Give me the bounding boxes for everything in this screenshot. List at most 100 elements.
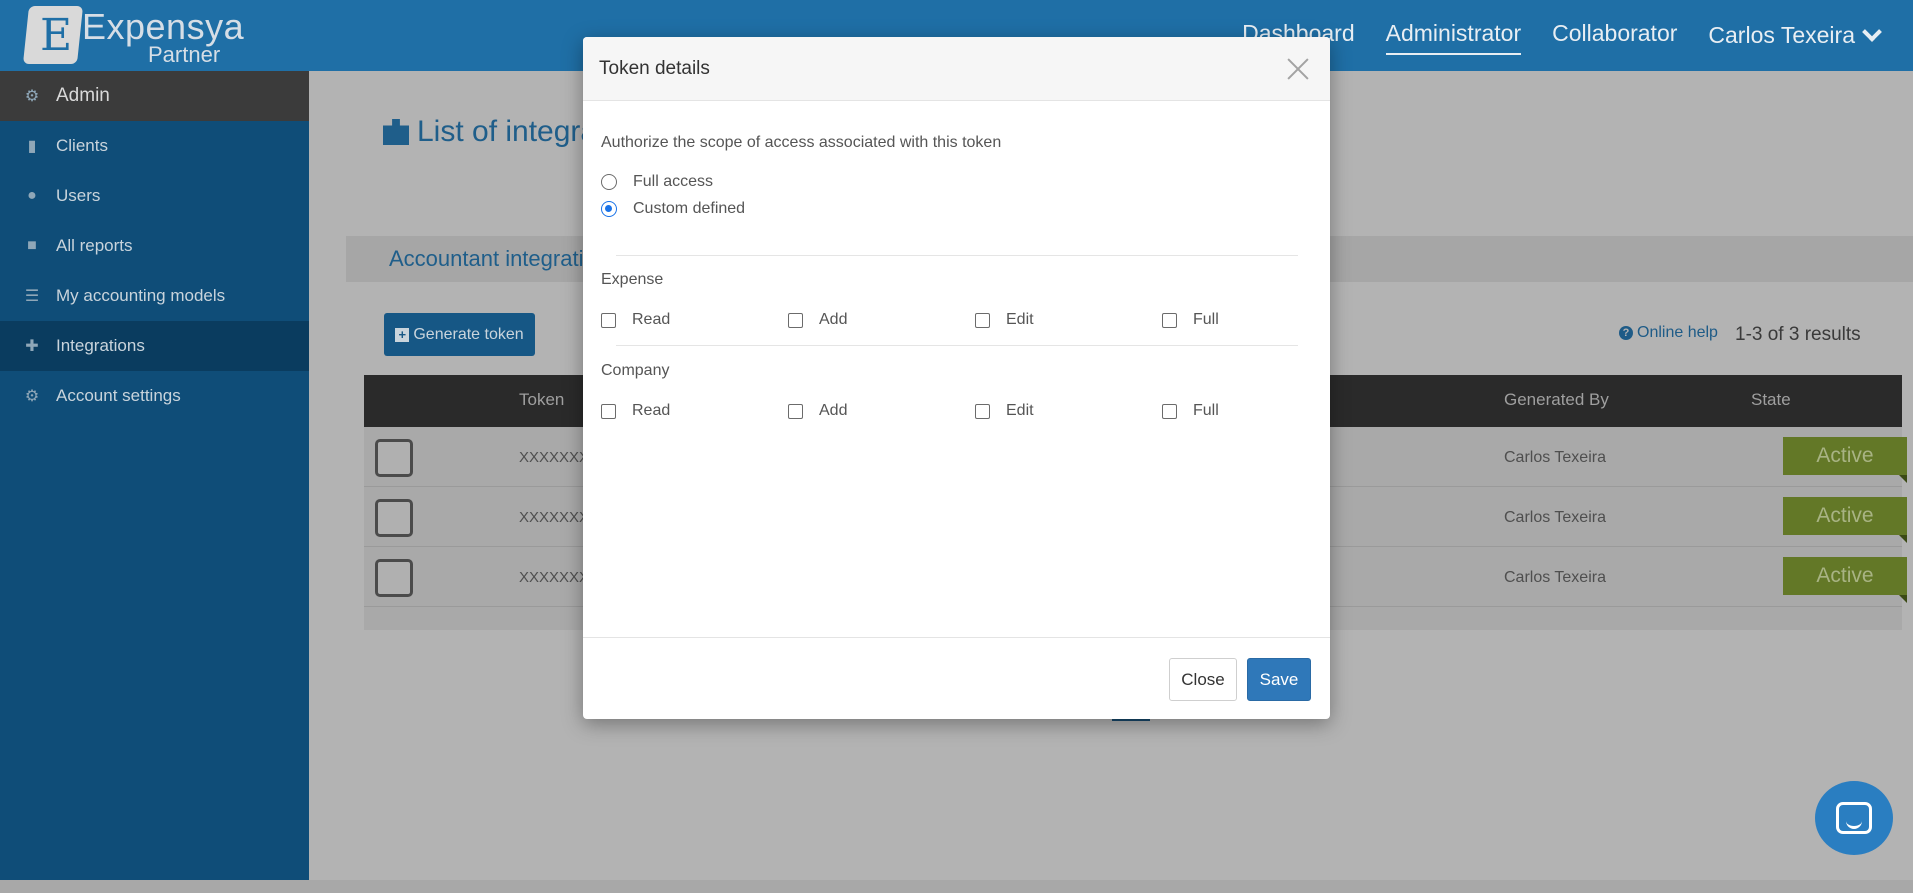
online-help-label: Online help <box>1637 324 1718 341</box>
radio-full-access[interactable]: Full access <box>601 173 713 191</box>
gears-icon: ⚙ <box>24 88 40 105</box>
permissions-company: Read Add Edit Full <box>601 402 1301 424</box>
modal-footer-divider <box>583 637 1330 638</box>
chevron-down-icon <box>1862 21 1882 42</box>
save-button[interactable]: Save <box>1247 658 1311 701</box>
checkbox-label: Read <box>632 311 671 328</box>
modal-title: Token details <box>599 58 710 79</box>
server-icon: ☰ <box>24 288 40 305</box>
building-icon: ▮ <box>27 138 37 155</box>
row-generated-by: Carlos Texeira <box>1504 509 1606 526</box>
row-checkbox[interactable] <box>375 499 413 537</box>
close-button[interactable]: Close <box>1169 658 1237 701</box>
checkbox-label: Edit <box>1006 402 1034 419</box>
sidebar-item-label: All reports <box>56 236 133 255</box>
checkbox[interactable] <box>788 312 803 328</box>
sidebar-item-account-settings[interactable]: ⚙ Account settings <box>0 371 309 421</box>
group-label-expense: Expense <box>601 271 664 288</box>
radio-button[interactable] <box>601 201 617 217</box>
checkbox[interactable] <box>975 312 990 328</box>
checkbox[interactable] <box>975 403 990 419</box>
column-header-token[interactable]: Token <box>519 390 564 410</box>
close-icon[interactable] <box>1286 57 1310 81</box>
checkbox-label: Read <box>632 402 671 419</box>
briefcase-icon: ■ <box>27 237 37 254</box>
user-name: Carlos Texeira <box>1708 22 1855 48</box>
sidebar-item-label: Users <box>56 186 101 205</box>
checkbox-company-edit[interactable]: Edit <box>975 402 1034 420</box>
page-title-text: List of integrat <box>417 115 606 148</box>
chat-icon <box>1836 802 1872 834</box>
sidebar-item-label: Integrations <box>56 336 145 355</box>
checkbox-expense-read[interactable]: Read <box>601 311 670 329</box>
sidebar-item-label: Admin <box>56 85 110 106</box>
sidebar: ⚙ Admin ▮ Clients ● Users ■ All reports … <box>0 71 309 880</box>
checkbox-company-full[interactable]: Full <box>1162 402 1219 420</box>
checkbox-label: Full <box>1193 311 1219 328</box>
generate-token-label: Generate token <box>413 325 524 343</box>
checkbox-label: Add <box>819 311 848 328</box>
divider <box>616 255 1298 256</box>
checkbox-company-read[interactable]: Read <box>601 402 670 420</box>
status-badge: Active <box>1783 437 1907 483</box>
checkbox[interactable] <box>601 312 616 328</box>
sidebar-item-accounting-models[interactable]: ☰ My accounting models <box>0 271 309 321</box>
token-details-modal: Token details Authorize the scope of acc… <box>583 37 1330 719</box>
sidebar-item-users[interactable]: ● Users <box>0 171 309 221</box>
sidebar-item-label: My accounting models <box>56 286 226 305</box>
group-label-company: Company <box>601 362 670 379</box>
checkbox-label: Full <box>1193 402 1219 419</box>
results-count: 1-3 of 3 results <box>1735 324 1861 345</box>
expensya-logo[interactable]: E Expensya Partner <box>22 4 246 67</box>
checkbox-company-add[interactable]: Add <box>788 402 847 420</box>
nav-administrator[interactable]: Administrator <box>1385 20 1522 55</box>
user-menu[interactable]: Carlos Texeira <box>1708 21 1882 49</box>
row-generated-by: Carlos Texeira <box>1504 449 1606 466</box>
puzzle-icon: ✚ <box>25 338 39 355</box>
users-icon: ● <box>27 187 37 204</box>
nav-collaborator[interactable]: Collaborator <box>1552 20 1677 51</box>
bottom-strip <box>0 880 1913 893</box>
checkbox[interactable] <box>1162 312 1177 328</box>
scope-label: Authorize the scope of access associated… <box>601 134 1002 151</box>
row-checkbox[interactable] <box>375 559 413 597</box>
status-badge: Active <box>1783 497 1907 543</box>
page-title: List of integrat <box>383 115 605 149</box>
checkbox-expense-add[interactable]: Add <box>788 311 847 329</box>
row-generated-by: Carlos Texeira <box>1504 569 1606 586</box>
column-header-generated-by[interactable]: Generated By <box>1504 390 1609 410</box>
sidebar-item-label: Clients <box>56 136 108 155</box>
gears-icon: ⚙ <box>24 388 40 405</box>
radio-label: Full access <box>633 173 714 190</box>
row-checkbox[interactable] <box>375 439 413 477</box>
online-help-link[interactable]: ? Online help <box>1619 324 1718 342</box>
sidebar-item-admin[interactable]: ⚙ Admin <box>0 71 309 121</box>
checkbox[interactable] <box>1162 403 1177 419</box>
status-badge: Active <box>1783 557 1907 603</box>
section-title: Accountant integratio <box>389 246 596 271</box>
puzzle-icon <box>383 119 409 145</box>
radio-label: Custom defined <box>633 200 746 217</box>
chat-launcher-button[interactable] <box>1815 781 1893 855</box>
sidebar-item-clients[interactable]: ▮ Clients <box>0 121 309 171</box>
logo-letter: E <box>40 10 73 61</box>
sidebar-item-label: Account settings <box>56 386 181 405</box>
modal-header: Token details <box>583 37 1330 101</box>
divider <box>616 345 1298 346</box>
checkbox[interactable] <box>788 403 803 419</box>
column-header-state[interactable]: State <box>1751 390 1791 410</box>
plus-square-icon: + <box>395 327 410 342</box>
sidebar-item-integrations[interactable]: ✚ Integrations <box>0 321 309 371</box>
radio-custom-defined[interactable]: Custom defined <box>601 200 745 218</box>
checkbox[interactable] <box>601 403 616 419</box>
question-circle-icon: ? <box>1619 326 1633 340</box>
checkbox-label: Edit <box>1006 311 1034 328</box>
permissions-expense: Read Add Edit Full <box>601 311 1301 333</box>
main-nav: Dashboard Administrator Collaborator Car… <box>1242 0 1913 71</box>
logo-subtitle: Partner <box>148 42 221 67</box>
generate-token-button[interactable]: + Generate token <box>384 313 535 356</box>
radio-button[interactable] <box>601 174 617 190</box>
checkbox-expense-full[interactable]: Full <box>1162 311 1219 329</box>
sidebar-item-all-reports[interactable]: ■ All reports <box>0 221 309 271</box>
checkbox-expense-edit[interactable]: Edit <box>975 311 1034 329</box>
